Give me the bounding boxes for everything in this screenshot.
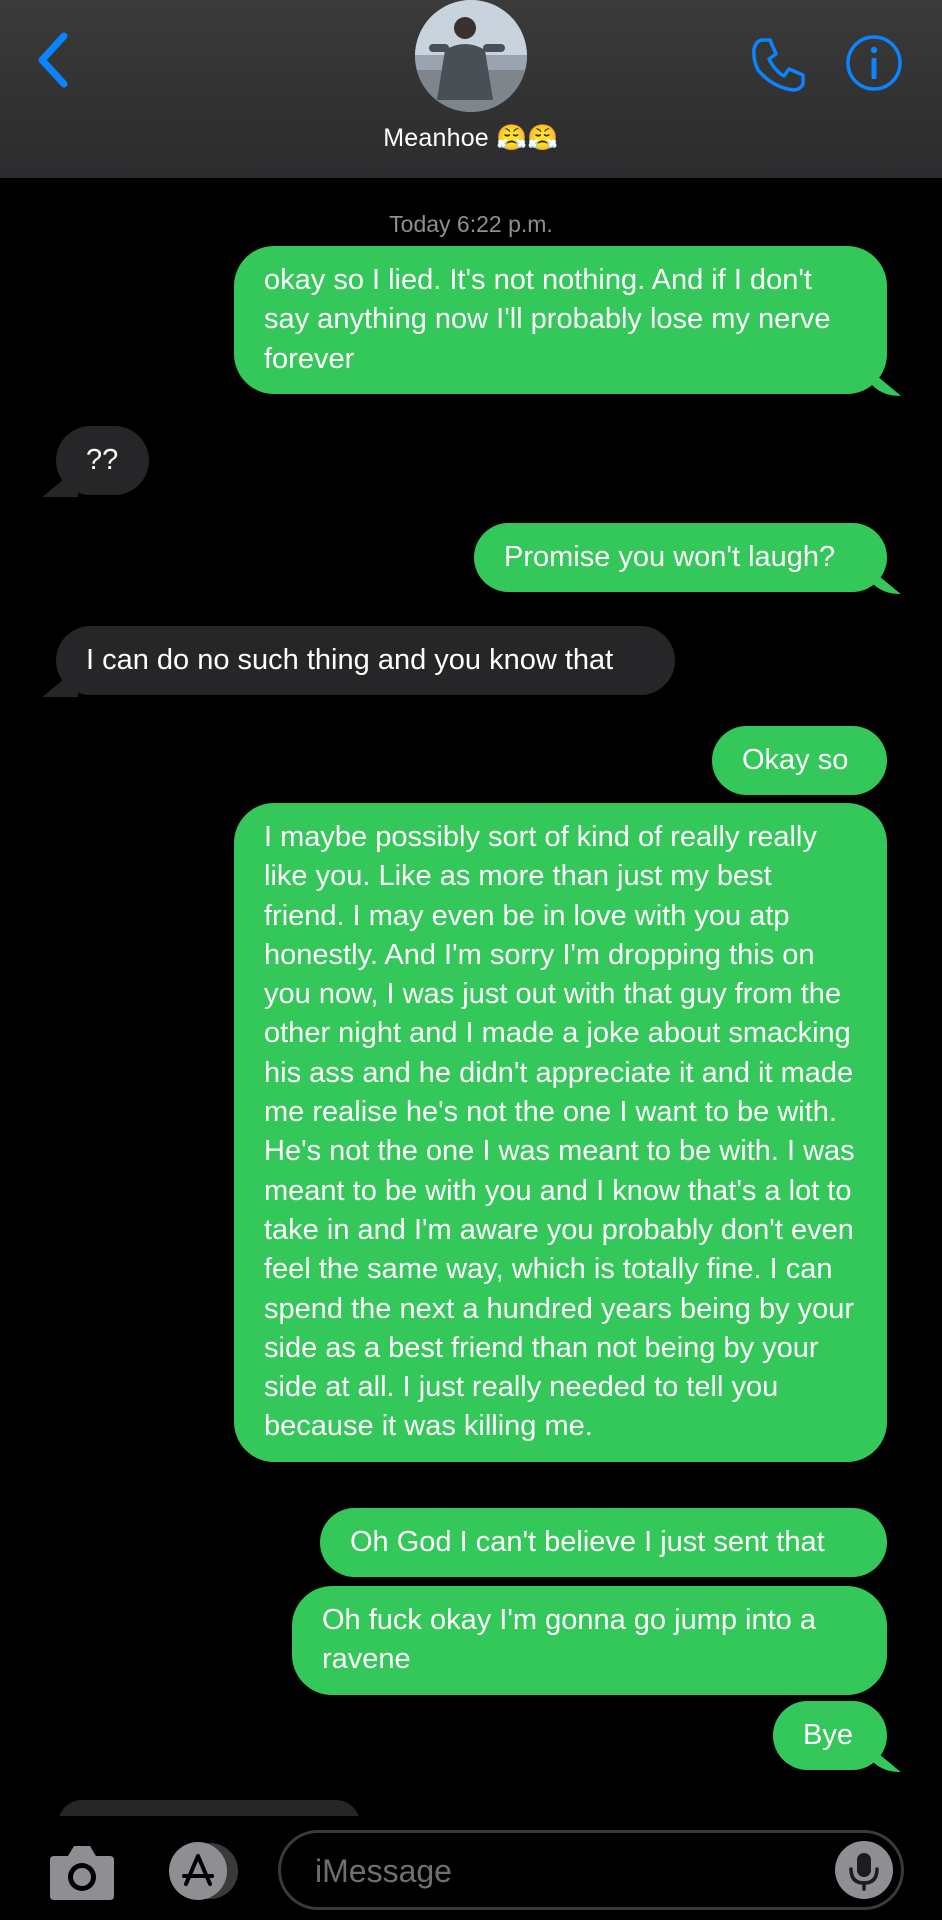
incoming-message[interactable]: ?? (56, 426, 149, 496)
info-icon[interactable] (845, 34, 903, 92)
back-chevron-icon[interactable] (34, 30, 74, 90)
message-timestamp: Today 6:22 p.m. (389, 211, 553, 237)
outgoing-message[interactable]: Oh God I can't believe I just sent that (320, 1508, 887, 1578)
outgoing-message[interactable]: Promise you won't laugh? (474, 523, 887, 593)
incoming-message[interactable]: I can do no such thing and you know that (56, 626, 675, 696)
outgoing-message[interactable]: okay so I lied. It's not nothing. And if… (234, 246, 887, 394)
message-input[interactable]: iMessage (278, 1830, 904, 1910)
outgoing-message[interactable]: Okay so (712, 726, 887, 796)
outgoing-message[interactable]: Oh fuck okay I'm gonna go jump into a ra… (292, 1586, 887, 1695)
outgoing-message[interactable]: I maybe possibly sort of kind of really … (234, 803, 887, 1462)
microphone-icon (849, 1853, 879, 1891)
conversation-header: Meanhoe 😤😤 (0, 0, 942, 178)
contact-name[interactable]: Meanhoe 😤😤 (0, 124, 942, 153)
message-input-placeholder: iMessage (315, 1853, 452, 1889)
camera-icon[interactable] (48, 1842, 116, 1902)
microphone-button[interactable] (835, 1841, 893, 1899)
outgoing-message[interactable]: Bye (773, 1701, 887, 1771)
avatar[interactable] (415, 0, 527, 112)
phone-icon[interactable] (748, 34, 808, 94)
app-store-icon[interactable] (160, 1840, 244, 1902)
